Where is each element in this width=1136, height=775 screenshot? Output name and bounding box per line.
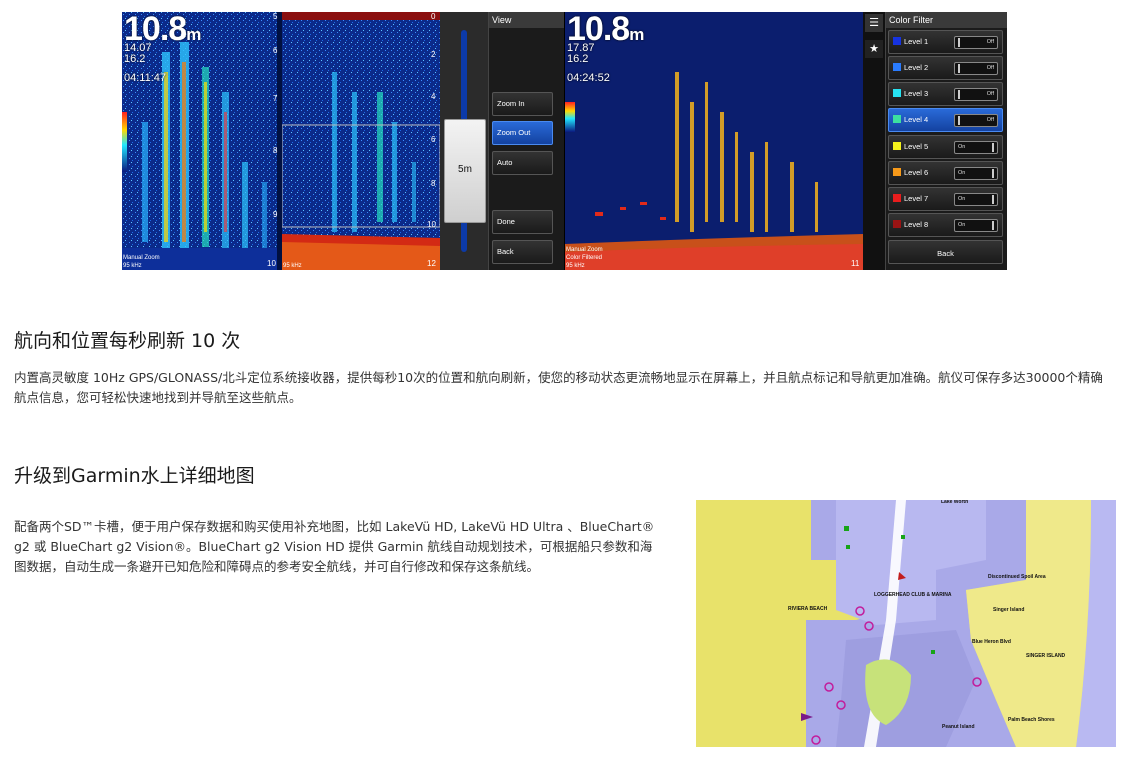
- color-filter-level-4[interactable]: Level 4 Off: [888, 108, 1003, 132]
- right-footer-filter: Color Filtered: [566, 255, 603, 261]
- right-scale-11: 11: [851, 259, 860, 268]
- right-footer-freq: 95 kHz: [566, 263, 585, 269]
- level-1-toggle[interactable]: Off: [954, 36, 998, 49]
- left-scale-5: 5: [273, 12, 278, 21]
- section-heading-maps: 升级到Garmin水上详细地图: [14, 465, 255, 487]
- level-6-swatch: [893, 168, 901, 176]
- color-filter-level-3[interactable]: Level 3 Off: [888, 82, 1003, 106]
- sonar-history-pane: 10.8m 14.07 16.2 04:11:47 Manual Zoom 95…: [122, 12, 282, 270]
- color-filter-level-1[interactable]: Level 1 Off: [888, 30, 1003, 54]
- level-3-swatch: [893, 89, 901, 97]
- mid-scale-0: 0: [431, 12, 436, 21]
- mid-scale-4: 4: [431, 92, 436, 101]
- level-2-toggle[interactable]: Off: [954, 62, 998, 75]
- level-2-swatch: [893, 63, 901, 71]
- left-scale-9: 9: [273, 210, 278, 219]
- left-reading-2: 16.2: [124, 53, 146, 65]
- sonar-filtered-pane: 10.8m 17.87 16.2 04:24:52 Manual Zoom Co…: [565, 12, 863, 270]
- color-filter-level-5[interactable]: Level 5 On: [888, 135, 1003, 159]
- left-footer-zoom: Manual Zoom: [123, 255, 160, 261]
- color-filter-level-8[interactable]: Level 8 On: [888, 213, 1003, 237]
- left-time-readout: 04:11:47: [124, 72, 167, 84]
- mid-scale-6: 6: [431, 135, 436, 144]
- level-3-toggle[interactable]: Off: [954, 88, 998, 101]
- level-5-toggle[interactable]: On: [954, 141, 998, 154]
- level-4-toggle[interactable]: Off: [954, 114, 998, 127]
- level-4-swatch: [893, 115, 901, 123]
- sonar-full-pane: 0 2 4 6 8 10 12 95 kHz: [282, 12, 440, 270]
- view-menu-title: View: [489, 12, 564, 28]
- level-2-label: Level 2: [904, 63, 929, 72]
- level-5-label: Level 5: [904, 142, 929, 151]
- level-7-label: Level 7: [904, 194, 929, 203]
- done-button[interactable]: Done: [492, 210, 553, 234]
- mid-footer-freq: 95 kHz: [283, 263, 302, 269]
- level-4-label: Level 4: [904, 115, 929, 124]
- zoom-slider-handle[interactable]: 5m: [444, 119, 486, 223]
- zoom-out-button[interactable]: Zoom Out: [492, 121, 553, 145]
- zoom-in-button[interactable]: Zoom In: [492, 92, 553, 116]
- level-1-swatch: [893, 37, 901, 45]
- color-filter-back-button[interactable]: Back: [888, 240, 1003, 264]
- level-7-swatch: [893, 194, 901, 202]
- svg-text:Singer Island: Singer Island: [993, 607, 1024, 613]
- color-filter-title: Color Filter: [886, 12, 1007, 28]
- svg-text:Lake Worth: Lake Worth: [941, 500, 968, 505]
- menu-icon[interactable]: ☰: [865, 14, 883, 32]
- zoom-level-label: 5m: [458, 164, 472, 175]
- auto-zoom-button[interactable]: Auto: [492, 151, 553, 175]
- right-time-readout: 04:24:52: [567, 72, 610, 84]
- svg-text:Blue Heron Blvd: Blue Heron Blvd: [972, 639, 1011, 645]
- level-8-label: Level 8: [904, 220, 929, 229]
- sonar-full-graphic: [282, 12, 440, 270]
- svg-text:Palm Beach Shores: Palm Beach Shores: [1008, 717, 1055, 723]
- right-footer-zoom: Manual Zoom: [566, 247, 603, 253]
- left-scale-6: 6: [273, 46, 278, 55]
- color-filter-level-7[interactable]: Level 7 On: [888, 187, 1003, 211]
- level-5-swatch: [893, 142, 901, 150]
- level-7-toggle[interactable]: On: [954, 193, 998, 206]
- color-filter-panel: Color Filter Level 1 Off Level 2 Off Lev…: [885, 12, 1007, 270]
- side-toolbar: ☰ ★: [863, 12, 885, 270]
- svg-text:RIVIERA BEACH: RIVIERA BEACH: [788, 606, 828, 612]
- color-filter-level-2[interactable]: Level 2 Off: [888, 56, 1003, 80]
- nautical-chart-graphic: RIVIERA BEACH LOGGERHEAD CLUB & MARINA S…: [696, 500, 1116, 747]
- nautical-chart-image: RIVIERA BEACH LOGGERHEAD CLUB & MARINA S…: [696, 500, 1116, 747]
- color-filter-level-6[interactable]: Level 6 On: [888, 161, 1003, 185]
- sonar-banner-image: 10.8m 14.07 16.2 04:11:47 Manual Zoom 95…: [122, 12, 1007, 270]
- right-reading-2: 16.2: [567, 53, 589, 65]
- section-body-refresh: 内置高灵敏度 10Hz GPS/GLONASS/北斗定位系统接收器，提供每秒10…: [14, 370, 1103, 405]
- level-6-toggle[interactable]: On: [954, 167, 998, 180]
- mid-scale-2: 2: [431, 50, 436, 59]
- section-body-maps: 配备两个SD™卡槽，便于用户保存数据和购买使用补充地图，比如 LakeVü HD…: [14, 519, 655, 574]
- svg-text:Peanut Island: Peanut Island: [942, 724, 975, 730]
- level-8-swatch: [893, 220, 901, 228]
- left-scale-7: 7: [273, 94, 278, 103]
- zoom-slider[interactable]: 5m: [440, 12, 488, 270]
- mid-scale-8: 8: [431, 179, 436, 188]
- view-back-button[interactable]: Back: [492, 240, 553, 264]
- level-3-label: Level 3: [904, 89, 929, 98]
- mid-scale-10: 10: [427, 220, 436, 229]
- left-scale-8: 8: [273, 146, 278, 155]
- left-scale-10: 10: [267, 259, 276, 268]
- level-6-label: Level 6: [904, 168, 929, 177]
- mid-scale-12: 12: [427, 259, 436, 268]
- svg-text:LOGGERHEAD CLUB & MARINA: LOGGERHEAD CLUB & MARINA: [874, 592, 952, 598]
- section-heading-refresh: 航向和位置每秒刷新 10 次: [14, 330, 241, 352]
- level-8-toggle[interactable]: On: [954, 219, 998, 232]
- favorite-star-icon[interactable]: ★: [865, 40, 883, 58]
- level-1-label: Level 1: [904, 37, 929, 46]
- left-footer-freq: 95 kHz: [123, 263, 142, 269]
- svg-text:SINGER ISLAND: SINGER ISLAND: [1026, 653, 1066, 659]
- view-menu-panel: View Zoom In Zoom Out Auto Done Back: [488, 12, 564, 270]
- svg-text:Discontinued Spoil Area: Discontinued Spoil Area: [988, 574, 1046, 580]
